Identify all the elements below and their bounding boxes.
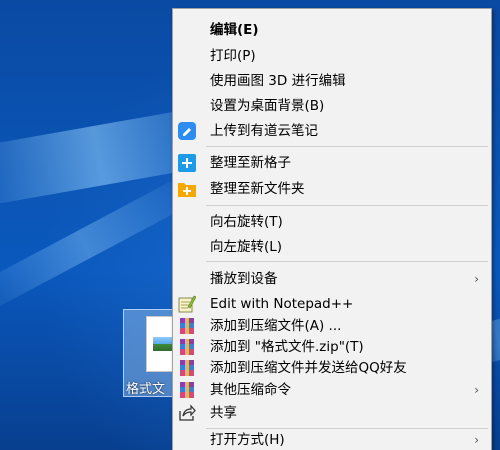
youdao-note-icon (178, 122, 196, 140)
menu-item-label: 整理至新格子 (210, 155, 291, 171)
menu-item-label: 共享 (210, 405, 237, 421)
winrar-icon (178, 359, 196, 377)
menu-separator (206, 205, 488, 206)
notepad-plus-plus-icon (178, 295, 197, 313)
menu-item-rotate-right[interactable]: 向右旋转(T) (173, 210, 491, 234)
share-icon (178, 404, 196, 422)
menu-item-label: 设置为桌面背景(B) (210, 98, 325, 114)
winrar-icon (178, 317, 196, 335)
winrar-icon (178, 381, 196, 399)
menu-item-label: 编辑(E) (210, 22, 259, 38)
menu-item-add-and-send-qq[interactable]: 添加到压缩文件并发送给QQ好友 (173, 356, 491, 380)
menu-separator (206, 261, 488, 262)
menu-item-edit[interactable]: 编辑(E) (173, 18, 491, 42)
desktop-file-label: 格式文 (126, 382, 166, 397)
menu-item-label: 其他压缩命令 (210, 382, 291, 398)
menu-item-cast-to-device[interactable]: 播放到设备 › (173, 267, 491, 291)
menu-item-rotate-left[interactable]: 向左旋转(L) (173, 235, 491, 259)
menu-item-upload-youdao[interactable]: 上传到有道云笔记 (173, 119, 491, 143)
new-folder-icon (178, 180, 196, 198)
menu-item-print[interactable]: 打印(P) (173, 44, 491, 68)
menu-item-share[interactable]: 共享 (173, 401, 491, 425)
chevron-right-icon: › (474, 433, 479, 447)
menu-item-label: 整理至新文件夹 (210, 181, 305, 197)
menu-item-label: 上传到有道云笔记 (210, 123, 318, 139)
menu-item-label: 向左旋转(L) (210, 239, 283, 255)
winrar-icon (178, 338, 196, 356)
menu-item-label: 向右旋转(T) (210, 214, 283, 230)
chevron-right-icon: › (474, 272, 479, 286)
menu-item-label: 播放到设备 (210, 271, 278, 287)
menu-item-label: Edit with Notepad++ (210, 296, 354, 312)
menu-item-label: 使用画图 3D 进行编辑 (210, 73, 346, 89)
menu-item-fences-grid[interactable]: 整理至新格子 (173, 151, 491, 175)
fences-grid-icon (178, 154, 196, 172)
menu-item-label: 添加到压缩文件并发送给QQ好友 (210, 360, 407, 376)
menu-item-notepad-plus-plus[interactable]: Edit with Notepad++ (173, 292, 491, 316)
menu-item-new-folder[interactable]: 整理至新文件夹 (173, 177, 491, 201)
menu-separator (206, 146, 488, 147)
context-menu: 编辑(E) 打印(P) 使用画图 3D 进行编辑 设置为桌面背景(B) 上传到有… (172, 8, 492, 450)
menu-item-edit-paint3d[interactable]: 使用画图 3D 进行编辑 (173, 69, 491, 93)
menu-item-label: 打印(P) (210, 48, 256, 64)
menu-item-open-with[interactable]: 打开方式(H) › (173, 428, 491, 450)
chevron-right-icon: › (474, 383, 479, 397)
menu-item-other-archive-commands[interactable]: 其他压缩命令 › (173, 378, 491, 402)
menu-item-set-wallpaper[interactable]: 设置为桌面背景(B) (173, 94, 491, 118)
menu-item-label: 打开方式(H) (210, 432, 285, 448)
